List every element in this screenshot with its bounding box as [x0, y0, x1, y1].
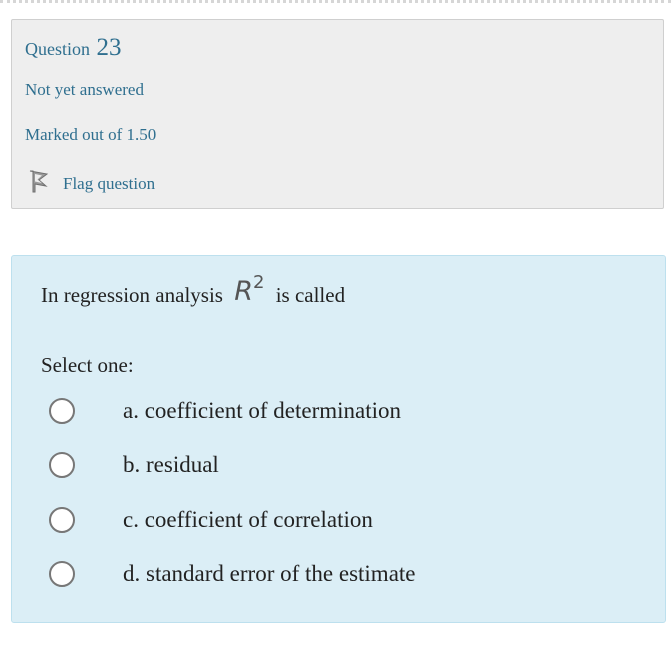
radio-button[interactable] — [49, 452, 75, 478]
answer-option-label: a. coefficient of determination — [123, 398, 402, 423]
question-content-panel: In regression analysis R2 is called Sele… — [11, 255, 666, 623]
answer-prompt: Select one: — [41, 353, 134, 377]
answer-option-c[interactable]: c. coefficient of correlation — [49, 503, 609, 537]
math-expression: R2 — [234, 272, 264, 307]
math-superscript: 2 — [252, 272, 265, 293]
flag-question-link[interactable]: Flag question — [27, 168, 155, 199]
answer-option-a[interactable]: a. coefficient of determination — [49, 394, 609, 428]
radio-button[interactable] — [49, 398, 75, 424]
answer-option-label: b. residual — [123, 452, 219, 477]
radio-button[interactable] — [49, 507, 75, 533]
question-grade: Marked out of 1.50 — [25, 125, 157, 144]
question-number-heading: Question 23 — [25, 34, 122, 62]
answer-option-label: d. standard error of the estimate — [123, 561, 416, 586]
math-symbol: R — [234, 276, 253, 307]
question-text: In regression analysis R2 is called — [41, 272, 346, 309]
question-info-panel: Question 23 Not yet answered Marked out … — [11, 19, 664, 209]
question-label: Question — [25, 39, 90, 59]
question-number: 23 — [96, 34, 122, 61]
answer-option-label: c. coefficient of correlation — [123, 507, 373, 532]
question-text-before: In regression analysis — [41, 283, 223, 307]
top-divider — [0, 0, 671, 3]
question-state: Not yet answered — [25, 80, 144, 99]
flag-question-label: Flag question — [63, 173, 156, 193]
answer-option-b[interactable]: b. residual — [49, 448, 609, 482]
question-text-after: is called — [275, 283, 346, 307]
radio-button[interactable] — [49, 561, 75, 587]
flag-icon — [27, 168, 63, 199]
answer-option-d[interactable]: d. standard error of the estimate — [49, 557, 609, 591]
